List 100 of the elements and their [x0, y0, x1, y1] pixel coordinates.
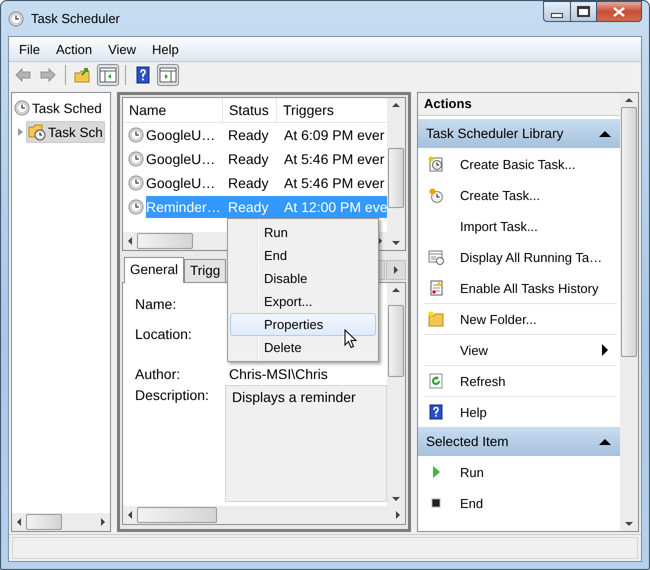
toolbar-button[interactable] [157, 64, 179, 86]
scroll-right-button[interactable] [386, 260, 406, 280]
field-label: Author: [135, 366, 182, 382]
command-link[interactable]: Enable All Tasks History [424, 272, 617, 303]
pane-title: Actions [418, 93, 620, 116]
table-cell-text: GoogleU… [146, 127, 216, 143]
arrow-icon[interactable] [392, 288, 400, 292]
forward-arrow-icon [39, 66, 57, 84]
scroll-thumb[interactable] [137, 507, 217, 523]
menu-item[interactable]: Export... [230, 290, 376, 313]
command-link[interactable]: Import Task... [424, 210, 617, 241]
menu-item[interactable]: End [230, 244, 376, 267]
menu-item[interactable]: Help [144, 42, 187, 56]
section-header[interactable]: Selected Item [418, 427, 620, 456]
clock-icon [8, 10, 24, 26]
arrow-icon[interactable] [392, 497, 400, 501]
notebook-icon [428, 280, 444, 296]
command-link[interactable]: Run [424, 456, 617, 487]
task-row[interactable]: GoogleU… Ready At 5:46 PM ever [146, 172, 387, 194]
command-link[interactable]: View [424, 334, 617, 365]
minimize-button[interactable] [543, 1, 571, 22]
arrow-icon[interactable] [625, 522, 633, 526]
table-cell-text: GoogleU… [146, 175, 216, 191]
description-field[interactable]: Displays a reminder [225, 385, 387, 502]
table-cell-text: Ready [227, 127, 270, 143]
clock-icon [428, 187, 444, 203]
arrow-icon[interactable] [128, 511, 132, 519]
clock-icon [14, 100, 30, 116]
help-icon [428, 404, 444, 420]
clock-icon [128, 127, 144, 143]
folder-clock-icon [28, 123, 46, 141]
help-icon [134, 66, 152, 84]
window-clock-icon [428, 249, 444, 265]
menu-item[interactable]: Disable [230, 267, 376, 290]
section-header[interactable]: Task Scheduler Library [418, 119, 620, 148]
maximize-button[interactable] [571, 1, 597, 22]
scroll-thumb[interactable] [137, 233, 193, 249]
menu-item[interactable]: View [100, 42, 144, 56]
close-icon [613, 6, 625, 16]
menu-item[interactable]: Action [48, 42, 100, 56]
folder-icon [74, 66, 92, 84]
scroll-thumb[interactable] [621, 107, 637, 357]
tree-item[interactable]: Task Sched [12, 98, 104, 118]
scrollbar[interactable] [620, 93, 638, 531]
task-row[interactable]: GoogleU… Ready At 6:09 PM ever [146, 124, 387, 146]
window-title: Task Scheduler [31, 11, 120, 26]
clock-icon [128, 175, 144, 191]
scrollbar[interactable] [123, 506, 405, 524]
arrow-icon[interactable] [17, 518, 21, 526]
toolbar-button[interactable] [97, 64, 119, 86]
folder-icon [428, 311, 444, 327]
tree-item[interactable]: Task Sch [26, 121, 105, 143]
table-cell-text: At 5:46 PM ever [283, 151, 386, 167]
table-cell-text: Ready [227, 199, 270, 215]
pane-icon [159, 66, 177, 84]
field-label: Description: [135, 386, 210, 405]
scrollbar[interactable] [387, 283, 405, 506]
table-cell-text: At 5:46 PM ever [283, 175, 386, 191]
tab[interactable]: Trigg [184, 259, 226, 282]
field-label: Name: [135, 296, 178, 312]
arrow-icon[interactable] [101, 518, 105, 526]
menu-item[interactable]: File [11, 42, 48, 56]
tab[interactable]: General [124, 257, 184, 283]
scroll-thumb[interactable] [388, 148, 404, 208]
command-link[interactable]: Create Basic Task... [424, 148, 617, 179]
close-button[interactable] [597, 1, 642, 22]
table-cell-text: At 6:09 PM ever [283, 127, 386, 143]
table-cell-text: GoogleU… [146, 151, 216, 167]
back-arrow-icon [14, 66, 32, 84]
arrow-icon [394, 266, 398, 274]
menu-item[interactable]: Run [230, 221, 376, 244]
pointer-icon [344, 329, 358, 349]
pane-icon [99, 66, 117, 84]
arrow-icon[interactable] [392, 241, 400, 245]
menu-item[interactable]: Properties [230, 313, 376, 336]
table-cell-text: At 12:00 PM eve [283, 199, 387, 215]
arrow-icon[interactable] [128, 237, 132, 245]
command-link[interactable]: Create Task... [424, 179, 617, 210]
scroll-thumb[interactable] [388, 305, 404, 377]
scroll-thumb[interactable] [26, 514, 62, 530]
table-cell-text: Ready [227, 175, 270, 191]
field-label: Location: [135, 326, 193, 342]
command-link[interactable]: New Folder... [424, 303, 617, 334]
command-link[interactable]: Display All Running Ta… [424, 241, 617, 272]
menu-item[interactable]: Delete [230, 336, 376, 359]
column-header[interactable]: Name [123, 98, 223, 122]
clock-icon [128, 199, 144, 215]
task-row[interactable]: GoogleU… Ready At 5:46 PM ever [146, 148, 387, 170]
field-value: Chris-MSI\Chris [228, 366, 328, 382]
scrollbar[interactable] [387, 98, 405, 250]
column-header[interactable]: Triggers [277, 98, 387, 122]
scrollbar[interactable] [12, 513, 110, 531]
arrow-icon[interactable] [392, 103, 400, 107]
clock-icon [128, 151, 144, 167]
calendar-clock-icon [428, 156, 444, 172]
arrow-icon[interactable] [625, 98, 633, 102]
column-header[interactable]: Status [223, 98, 277, 122]
arrow-icon[interactable] [396, 511, 400, 519]
command-link[interactable]: Refresh [424, 365, 617, 396]
command-link[interactable]: End [424, 487, 617, 518]
